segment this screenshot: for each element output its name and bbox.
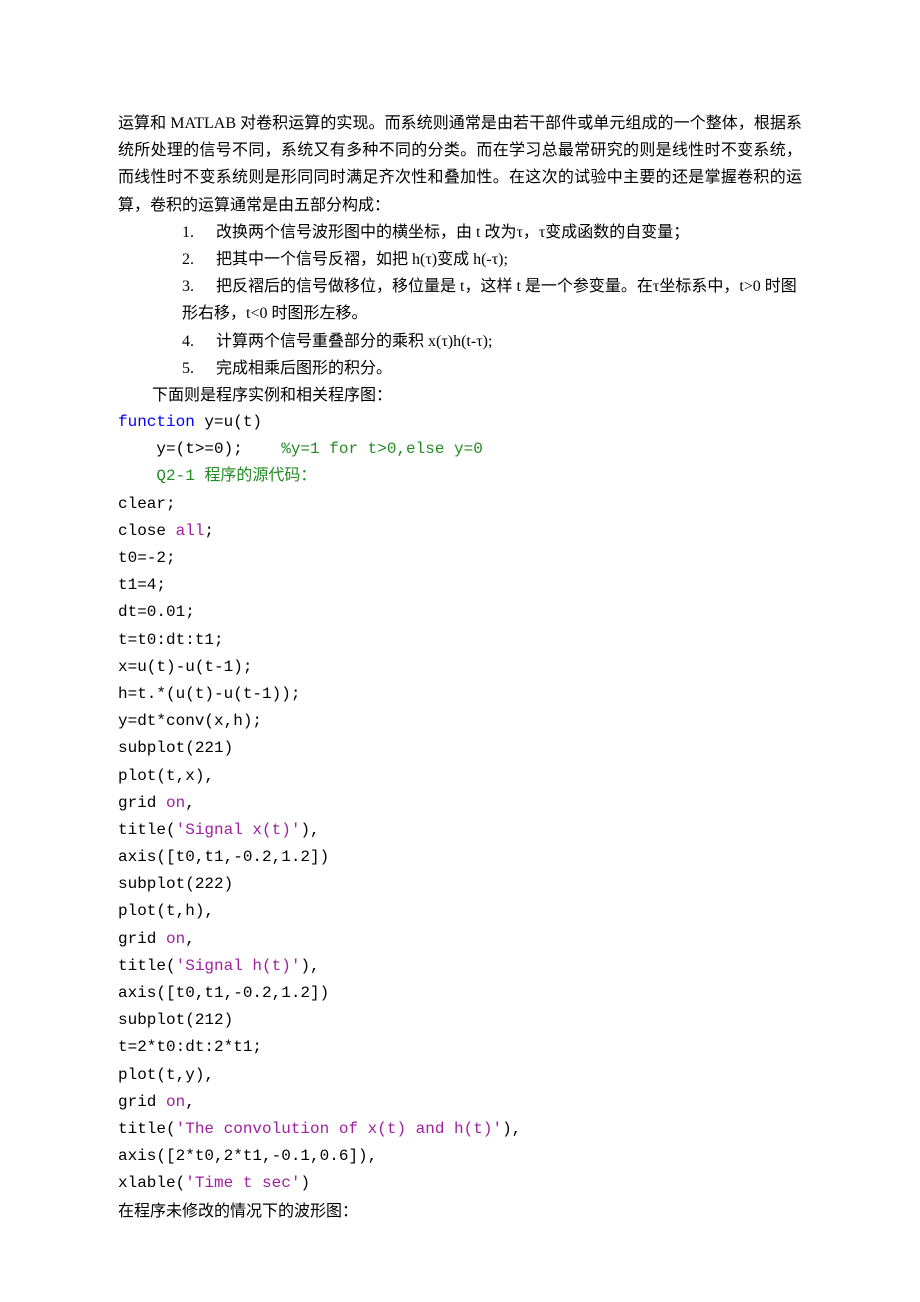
code-text: grid (118, 930, 166, 948)
code-text: ), (502, 1120, 521, 1138)
code-text: grid (118, 794, 166, 812)
code-text: axis([t0,t1,-0.2,1.2]) (118, 848, 329, 866)
list-item: 3.把反褶后的信号做移位，移位量是 t，这样 t 是一个参变量。在τ坐标系中，t… (182, 273, 802, 327)
code-text: plot(t,y), (118, 1066, 214, 1084)
code-text: axis([t0,t1,-0.2,1.2]) (118, 984, 329, 1002)
code-text: y=(t>=0); (118, 440, 272, 458)
footer-paragraph: 在程序未修改的情况下的波形图： (118, 1198, 802, 1225)
code-text: ), (300, 821, 319, 839)
code-text: ; (204, 522, 214, 540)
code-comment: Q2-1 程序的源代码： (118, 467, 316, 485)
code-text: plot(t,x), (118, 767, 214, 785)
document-page: 运算和 MATLAB 对卷积运算的实现。而系统则通常是由若干部件或单元组成的一个… (0, 0, 920, 1302)
list-text: 改换两个信号波形图中的横坐标，由 t 改为τ，τ变成函数的自变量； (216, 224, 689, 241)
list-number: 3. (182, 273, 216, 300)
code-text: plot(t,h), (118, 902, 214, 920)
code-keyword: function (118, 413, 195, 431)
code-comment: %y=1 for t>0,else y=0 (272, 440, 483, 458)
code-text: , (185, 930, 195, 948)
code-text: xlable( (118, 1174, 185, 1192)
code-text: axis([2*t0,2*t1,-0.1,0.6]), (118, 1147, 377, 1165)
ordered-list: 1.改换两个信号波形图中的横坐标，由 t 改为τ，τ变成函数的自变量； 2.把其… (118, 219, 802, 382)
code-string: 'The convolution of x(t) and h(t)' (176, 1120, 502, 1138)
list-number: 2. (182, 246, 216, 273)
code-text: x=u(t)-u(t-1); (118, 658, 252, 676)
list-text: 把其中一个信号反褶，如把 h(τ)变成 h(-τ); (216, 251, 508, 268)
code-text: clear; (118, 495, 176, 513)
code-text: title( (118, 1120, 176, 1138)
code-text: ), (300, 957, 319, 975)
code-text: , (185, 794, 195, 812)
code-string: on (166, 794, 185, 812)
code-string: all (176, 522, 205, 540)
code-text: t1=4; (118, 576, 166, 594)
code-text: , (185, 1093, 195, 1111)
code-text: title( (118, 957, 176, 975)
code-text: subplot(212) (118, 1011, 233, 1029)
list-item: 2.把其中一个信号反褶，如把 h(τ)变成 h(-τ); (182, 246, 802, 273)
code-text: y=u(t) (195, 413, 262, 431)
code-string: 'Signal x(t)' (176, 821, 301, 839)
code-text: dt=0.01; (118, 603, 195, 621)
list-item: 5.完成相乘后图形的积分。 (182, 355, 802, 382)
code-text: h=t.*(u(t)-u(t-1)); (118, 685, 300, 703)
code-text: grid (118, 1093, 166, 1111)
list-number: 1. (182, 219, 216, 246)
list-item: 4.计算两个信号重叠部分的乘积 x(τ)h(t-τ); (182, 328, 802, 355)
code-text: t=t0:dt:t1; (118, 631, 224, 649)
list-text: 计算两个信号重叠部分的乘积 x(τ)h(t-τ); (216, 333, 492, 350)
list-number: 4. (182, 328, 216, 355)
code-block: function y=u(t) y=(t>=0); %y=1 for t>0,e… (118, 409, 802, 1197)
code-text: close (118, 522, 176, 540)
intro-paragraph: 运算和 MATLAB 对卷积运算的实现。而系统则通常是由若干部件或单元组成的一个… (118, 110, 802, 219)
list-item: 1.改换两个信号波形图中的横坐标，由 t 改为τ，τ变成函数的自变量； (182, 219, 802, 246)
code-text: title( (118, 821, 176, 839)
code-string: 'Time t sec' (185, 1174, 300, 1192)
code-text: t=2*t0:dt:2*t1; (118, 1038, 262, 1056)
code-string: on (166, 1093, 185, 1111)
list-number: 5. (182, 355, 216, 382)
code-text: ) (300, 1174, 310, 1192)
code-string: 'Signal h(t)' (176, 957, 301, 975)
code-text: subplot(221) (118, 739, 233, 757)
code-text: t0=-2; (118, 549, 176, 567)
list-text: 完成相乘后图形的积分。 (216, 360, 392, 377)
code-string: on (166, 930, 185, 948)
code-text: y=dt*conv(x,h); (118, 712, 262, 730)
code-text: subplot(222) (118, 875, 233, 893)
list-text: 把反褶后的信号做移位，移位量是 t，这样 t 是一个参变量。在τ坐标系中，t>0… (182, 278, 797, 322)
after-list-paragraph: 下面则是程序实例和相关程序图： (118, 382, 802, 409)
